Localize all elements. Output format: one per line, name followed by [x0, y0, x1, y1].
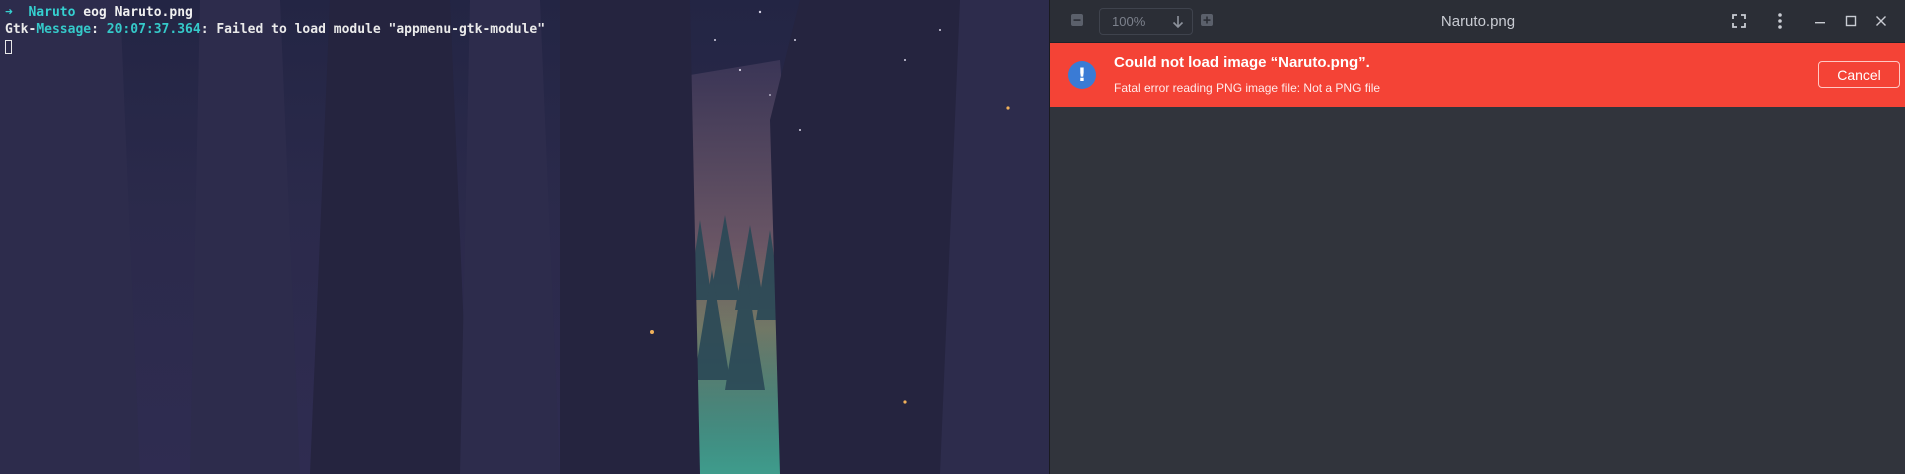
close-icon[interactable] [1873, 12, 1889, 30]
terminal-command-line: ➜ Naruto eog Naruto.png [5, 4, 1049, 21]
message-prefix: Gtk [5, 22, 29, 37]
message-colon: : [91, 22, 107, 37]
fullscreen-icon[interactable] [1731, 13, 1747, 29]
terminal-output-line: Gtk-Message: 20:07:37.364: Failed to loa… [5, 21, 1049, 38]
terminal-command: eog Naruto.png [83, 5, 193, 20]
message-label: Message [36, 22, 92, 37]
terminal-cursor [5, 39, 12, 54]
prompt-directory: Naruto [28, 5, 76, 20]
minimize-icon[interactable] [1812, 12, 1828, 30]
cancel-button[interactable]: Cancel [1818, 61, 1900, 88]
error-detail: Fatal error reading PNG image file: Not … [1114, 81, 1381, 95]
prompt-arrow: ➜ [5, 5, 13, 20]
terminal-input-line[interactable] [5, 38, 1049, 55]
terminal[interactable]: ➜ Naruto eog Naruto.png Gtk-Message: 20:… [0, 0, 1049, 474]
kebab-menu-icon[interactable] [1772, 12, 1788, 30]
message-text: : Failed to load module "appmenu-gtk-mod… [200, 22, 546, 37]
image-viewer-window: 100% Naruto.png ! Could not load image “… [1049, 0, 1905, 474]
header-bar: 100% Naruto.png [1050, 0, 1905, 43]
error-icon: ! [1068, 61, 1096, 89]
error-title: Could not load image “Naruto.png”. [1114, 54, 1370, 71]
image-display-area[interactable] [1050, 107, 1905, 474]
message-time: 20:07:37.364 [106, 22, 201, 37]
error-infobar: ! Could not load image “Naruto.png”. Fat… [1050, 43, 1905, 107]
maximize-icon[interactable] [1843, 12, 1859, 30]
